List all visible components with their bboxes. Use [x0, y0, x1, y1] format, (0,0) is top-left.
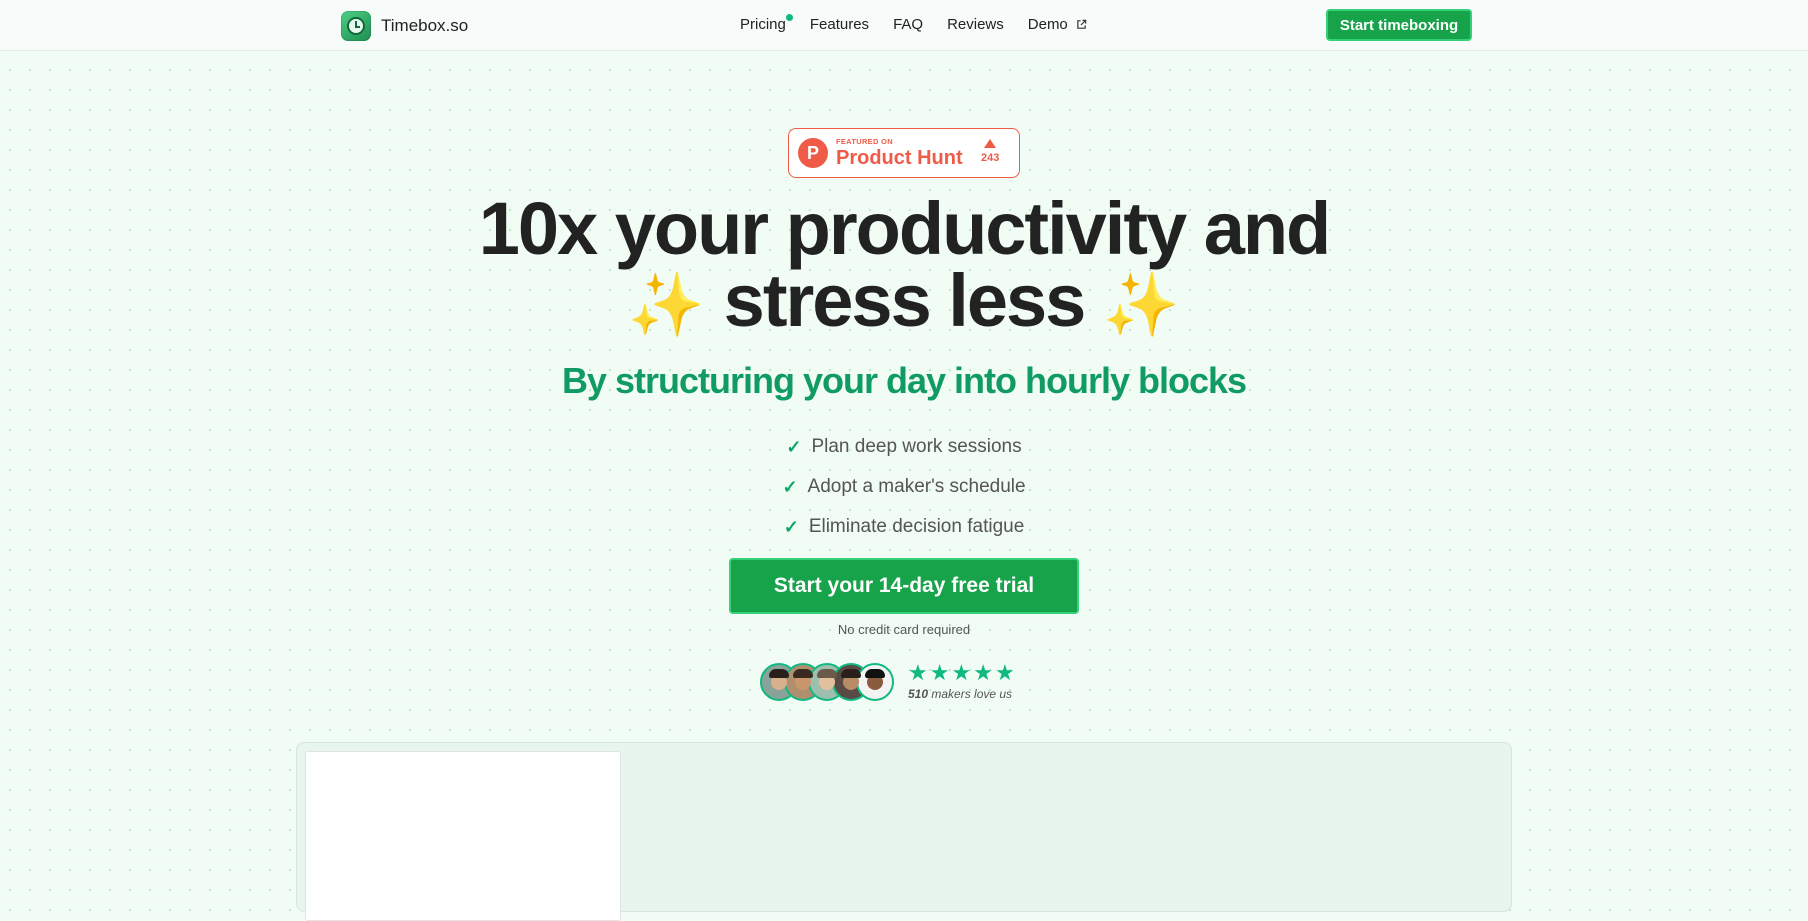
social-proof: ★ ★ ★ ★ ★ 510 makers love us	[760, 662, 1015, 701]
start-timeboxing-button[interactable]: Start timeboxing	[1326, 9, 1472, 41]
benefit-item: ✓ Eliminate decision fatigue	[783, 516, 1025, 537]
brand-logo[interactable]: Timebox.so	[341, 11, 468, 41]
benefit-item: ✓ Plan deep work sessions	[786, 436, 1022, 457]
site-header: Timebox.so Pricing Features FAQ Reviews …	[0, 0, 1808, 51]
external-link-icon	[1077, 19, 1087, 29]
rating-text: 510 makers love us	[908, 687, 1013, 701]
brand-name: Timebox.so	[381, 16, 469, 35]
rating: ★ ★ ★ ★ ★ 510 makers love us	[908, 662, 1015, 702]
hero-headline: 10x your productivity and ✨ stress less …	[404, 192, 1404, 342]
user-avatars	[760, 662, 894, 701]
main-nav: Pricing Features FAQ Reviews Demo	[740, 14, 1087, 33]
upvote-arrow-icon	[984, 139, 997, 148]
ph-upvotes: 243	[981, 139, 999, 164]
app-preview-sidebar	[305, 751, 621, 921]
nav-pricing[interactable]: Pricing	[740, 14, 793, 33]
app-preview	[296, 742, 1512, 921]
no-credit-card-note: No credit card required	[837, 622, 971, 637]
star-icon: ★	[908, 660, 928, 685]
nav-demo[interactable]: Demo	[1028, 16, 1087, 33]
headline-line-2: stress less	[723, 259, 1087, 342]
nav-reviews[interactable]: Reviews	[947, 16, 1004, 33]
ph-name: Product Hunt	[836, 146, 963, 169]
check-icon: ✓	[782, 476, 798, 497]
avatar	[856, 662, 894, 701]
product-hunt-logo-icon: P	[798, 138, 828, 168]
ph-featured-label: FEATURED ON	[836, 137, 893, 147]
notification-dot	[785, 14, 793, 21]
headline-line-1: 10x your productivity and	[478, 187, 1332, 270]
check-icon: ✓	[786, 436, 802, 457]
star-icon: ★	[951, 660, 972, 685]
start-free-trial-button[interactable]: Start your 14-day free trial	[729, 558, 1079, 614]
star-rating: ★ ★ ★ ★ ★	[908, 662, 1015, 684]
sparkle-icon: ✨	[1102, 271, 1181, 340]
star-icon: ★	[973, 660, 993, 685]
sparkle-icon: ✨	[627, 271, 706, 340]
star-icon: ★	[929, 660, 950, 685]
timebox-logo-icon	[341, 11, 371, 41]
nav-faq[interactable]: FAQ	[893, 16, 923, 33]
check-icon: ✓	[783, 516, 799, 537]
product-hunt-badge[interactable]: P FEATURED ON Product Hunt 243	[788, 128, 1020, 178]
nav-features[interactable]: Features	[810, 16, 869, 33]
ph-vote-count: 243	[981, 152, 1000, 164]
benefit-item: ✓ Adopt a maker's schedule	[782, 476, 1026, 497]
hero-subheadline: By structuring your day into hourly bloc…	[561, 360, 1247, 401]
star-icon: ★	[994, 660, 1015, 685]
benefit-list: ✓ Plan deep work sessions ✓ Adopt a make…	[704, 427, 1104, 547]
